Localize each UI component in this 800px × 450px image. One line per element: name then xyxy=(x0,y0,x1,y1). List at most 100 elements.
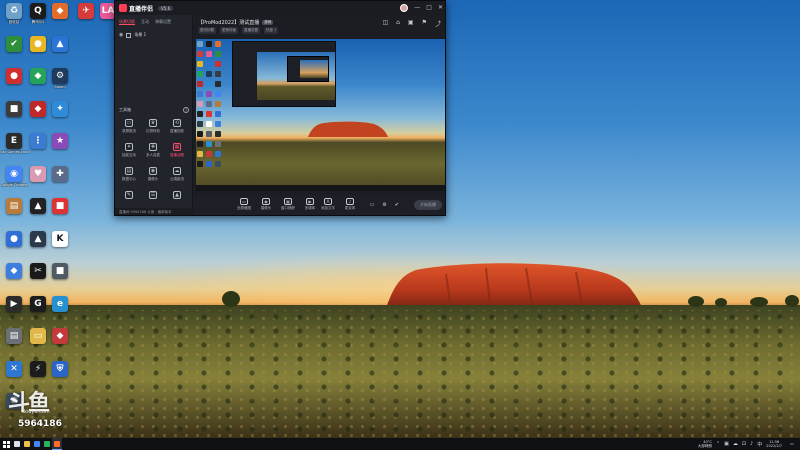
scene-item[interactable]: ◉ 场景 1 xyxy=(119,31,188,39)
icon-app-blue-arrow[interactable]: ▲ xyxy=(48,35,72,68)
tab-scenes[interactable]: 场景切换 xyxy=(119,19,135,25)
icon-app-blue-cube[interactable]: ◆ xyxy=(2,263,26,295)
icon-nvidia[interactable]: ▶ xyxy=(2,295,26,328)
icon-chrome[interactable]: ◉ Google Chrome xyxy=(0,165,28,198)
bottom-tool-audio[interactable]: ♪ 麦克风 xyxy=(340,198,360,211)
bottom-tool-camera[interactable]: ◉ 摄像头 xyxy=(256,198,276,211)
icon-app-red-square[interactable]: ■ xyxy=(48,198,72,230)
icon-app-dark-game[interactable]: ▲ xyxy=(26,198,50,230)
avatar[interactable] xyxy=(400,4,409,12)
bottom-tool-window[interactable]: ▦ 窗口捕获 xyxy=(278,198,298,211)
tool-data[interactable]: ▤ 数据中心 xyxy=(117,167,141,186)
room-tag[interactable]: 更换封面 xyxy=(220,27,238,34)
tool-screen-record[interactable]: ▭ 录屏推流 xyxy=(117,119,141,138)
minimize-button[interactable]: — xyxy=(414,4,420,12)
home-icon[interactable]: ⌂ xyxy=(396,19,400,28)
icon-app-blue-bird[interactable]: ✕ xyxy=(2,360,26,393)
app-titlebar[interactable]: 直播伴侣 V5.6 — □ ✕ xyxy=(115,1,445,15)
icon-app-orange[interactable]: ◆ xyxy=(48,3,72,35)
icon-app-game-art[interactable]: ★ xyxy=(48,133,72,165)
icon-app-dark[interactable]: ■ xyxy=(2,100,26,133)
room-tag[interactable]: 直播设置 xyxy=(242,27,260,34)
tray-app-icon[interactable]: ▣ xyxy=(724,441,729,447)
icon-app-multicolor[interactable]: ✦ xyxy=(48,100,72,133)
icon-amd[interactable]: ⚡ xyxy=(26,360,50,393)
app-red-circle-icon: ● xyxy=(6,68,22,84)
icon-app-red[interactable]: ✈ xyxy=(74,3,98,35)
maximize-button[interactable]: □ xyxy=(426,4,432,12)
volume-icon[interactable]: ♪ xyxy=(750,441,753,447)
icon-capcut[interactable]: ✂ xyxy=(26,263,50,295)
start-button[interactable] xyxy=(0,438,12,450)
bottom-tool-image[interactable]: ▶ 多媒体 xyxy=(300,198,320,211)
icon-app-shield-blue[interactable]: ⛨ xyxy=(48,360,72,393)
icon-edge[interactable]: e xyxy=(48,295,72,328)
start-live-button[interactable]: 开始直播 xyxy=(414,200,442,210)
eye-icon[interactable]: ◉ xyxy=(119,32,123,38)
tab-danmaku[interactable]: 弹幕设置 xyxy=(155,19,171,25)
tool-guest[interactable]: ✚ 多人连麦 xyxy=(141,143,165,162)
stream-preview[interactable] xyxy=(196,39,445,191)
notification-icon[interactable]: ▭ xyxy=(790,441,798,447)
help-icon[interactable]: ? xyxy=(183,107,189,113)
icon-app-yellow[interactable]: ● xyxy=(26,35,50,68)
icon-shield-security[interactable]: ✔ xyxy=(2,35,26,68)
icon-app-gamepad[interactable]: ✚ xyxy=(48,165,72,198)
bottom-tool-text[interactable]: A 添加文字 xyxy=(318,198,338,211)
tool-lottery[interactable]: ✦ 抽奖互动 xyxy=(117,143,141,162)
network-icon[interactable]: ⊡ xyxy=(742,441,746,447)
icon-app-racing[interactable]: ◆ xyxy=(48,328,72,360)
icon-qq[interactable]: Q 腾讯QQ xyxy=(26,3,50,35)
icon-app-blue-planet[interactable]: ● xyxy=(2,230,26,263)
check-icon[interactable]: ✔ xyxy=(395,202,399,208)
taskbar-app-green[interactable] xyxy=(42,438,52,450)
bottom-tool-desktop[interactable]: ▭ 全屏截图 xyxy=(234,198,254,211)
taskbar-search[interactable] xyxy=(12,438,22,450)
icon-app-gray-doc[interactable]: ▤ xyxy=(2,328,26,360)
icon-app-dots[interactable]: ⋮ xyxy=(26,133,50,165)
icon-app-gray[interactable]: ■ xyxy=(48,263,72,295)
close-button[interactable]: ✕ xyxy=(438,4,443,12)
layout-icon[interactable]: ◫ xyxy=(382,19,388,28)
app-wolf-icon: ▲ xyxy=(30,230,46,247)
icon-app-anime[interactable]: ♥ xyxy=(26,165,50,198)
bell-icon[interactable]: ⚑ xyxy=(422,19,427,28)
settings-icon[interactable]: ⚙ xyxy=(382,202,386,208)
weather-widget[interactable]: 40°C 大部晴朗 xyxy=(698,440,712,448)
icon-app-shelf[interactable]: ▤ xyxy=(2,198,26,230)
icon-app-red-circle[interactable]: ● xyxy=(2,68,26,100)
room-category-badge[interactable]: 游戏 xyxy=(262,19,274,25)
tool-gift[interactable]: ♛ 礼物特效 xyxy=(141,119,165,138)
taskbar-live-app[interactable] xyxy=(52,438,62,450)
icon-app-red-game[interactable]: ◆ xyxy=(26,100,50,133)
room-tag[interactable]: 更改标题 xyxy=(198,27,216,34)
scene-checkbox[interactable] xyxy=(126,32,132,38)
room-title[interactable]: 【ProMod2022】测试直播 xyxy=(198,19,259,26)
icon-app-k[interactable]: K xyxy=(48,230,72,263)
tab-interaction[interactable]: 互动 xyxy=(141,19,149,25)
app-blue-bird-icon: ✕ xyxy=(6,360,22,377)
tool-camera[interactable]: ◉ 摄像头 xyxy=(141,167,165,186)
ime-icon[interactable]: 中 xyxy=(757,441,762,448)
live-streaming-app-window[interactable]: 直播伴侣 V5.6 — □ ✕ 场景切换 互动 弹幕设置 ◉ 场景 1 工具箱 … xyxy=(114,0,446,216)
tool-cloud[interactable]: ☁ 云端推流 xyxy=(165,167,189,186)
icon-app-folder[interactable]: ▭ xyxy=(26,328,50,360)
app-version-badge[interactable]: V5.6 xyxy=(158,5,174,11)
icon-logitech[interactable]: G xyxy=(26,295,50,328)
tray-overflow-icon[interactable]: ⌃ xyxy=(716,441,720,447)
icon-recycle-bin[interactable]: ♻ 回收站 xyxy=(2,3,26,35)
icon-epic-games[interactable]: EEpic Games Launcher xyxy=(0,133,29,165)
tool-replay[interactable]: ⟲ 直播回放 xyxy=(165,119,189,138)
screen-icon[interactable]: ▣ xyxy=(408,19,414,28)
icon-app-wolf[interactable]: ▲ xyxy=(26,230,50,263)
record-icon[interactable]: ▭ xyxy=(370,202,375,208)
taskbar-clock[interactable]: 11:56 2022/2/7 xyxy=(766,440,782,448)
icon-app-green[interactable]: ◆ xyxy=(26,68,50,100)
onedrive-icon[interactable]: ☁ xyxy=(733,441,738,447)
tool-topic[interactable]: ▦ 直播话题 xyxy=(165,143,189,162)
taskbar-file-explorer[interactable] xyxy=(22,438,32,450)
taskbar-chrome[interactable] xyxy=(32,438,42,450)
toolbox-title: 工具箱 xyxy=(119,107,131,112)
icon-steam[interactable]: ⚙ Steam xyxy=(48,68,72,100)
share-icon[interactable]: ⤴ xyxy=(435,19,441,28)
